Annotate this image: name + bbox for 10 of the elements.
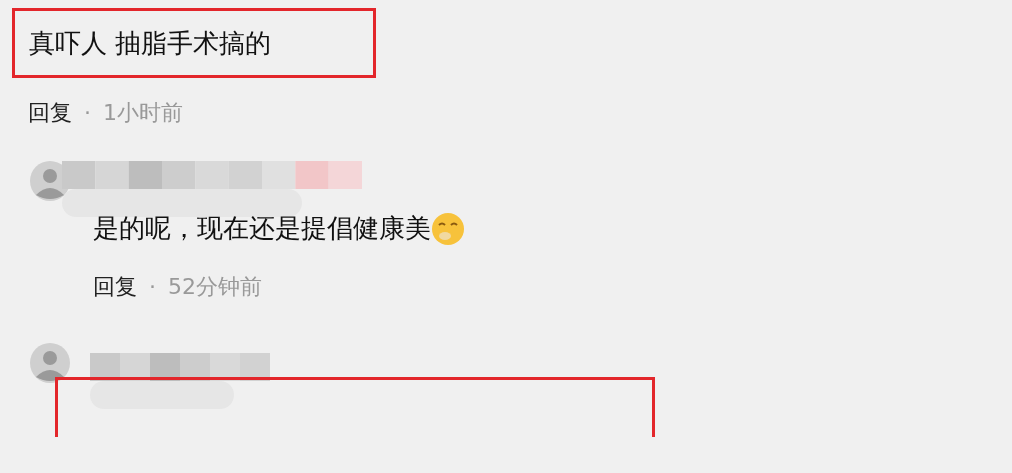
- reply-link[interactable]: 回复: [28, 96, 72, 129]
- reply-link[interactable]: 回复: [93, 270, 137, 303]
- timestamp: 52分钟前: [168, 273, 262, 301]
- smiling-emoji-icon: [431, 211, 465, 246]
- reply-text: 是的呢，现在还是提倡健康美: [93, 212, 431, 245]
- separator-dot: ·: [149, 273, 156, 301]
- comment-text: 真吓人 抽脂手术搞的: [29, 26, 272, 60]
- timestamp: 1小时前: [103, 99, 183, 127]
- separator-dot: ·: [84, 99, 91, 127]
- avatar-icon: [30, 343, 70, 383]
